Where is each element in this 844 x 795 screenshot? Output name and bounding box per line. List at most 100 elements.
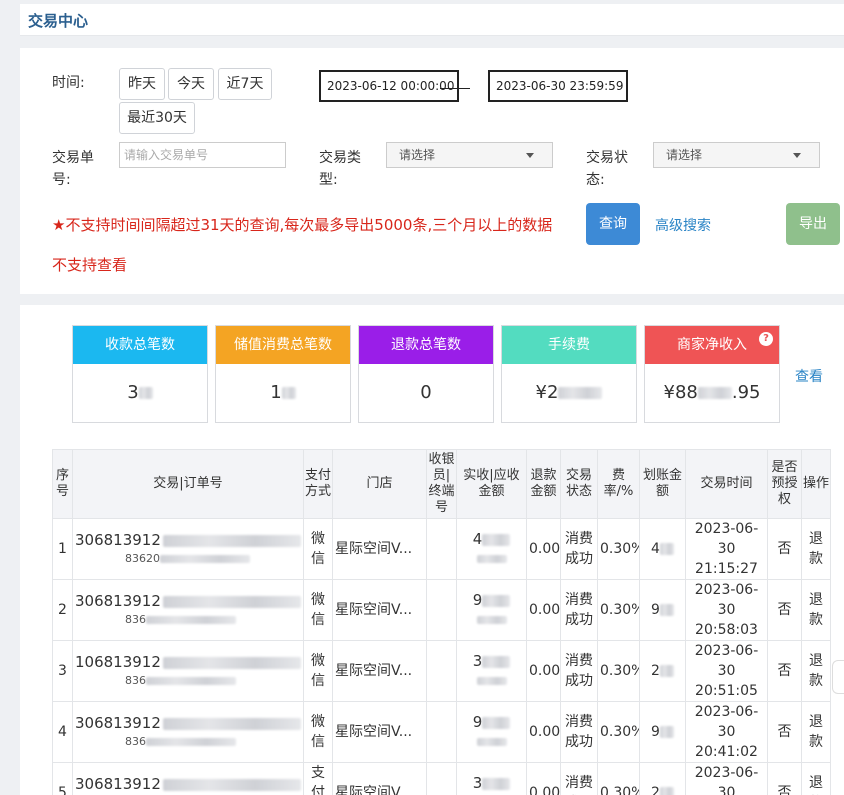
trade-status: 消费成功: [560, 640, 598, 702]
card-value-tail: .95: [731, 382, 761, 403]
redacted-value: [659, 726, 674, 738]
trade-time: 2023-06-30 20:11:50: [685, 762, 768, 795]
preauth-flag: 否: [767, 762, 802, 795]
redacted-value: [476, 555, 507, 563]
trade-status: 消费成功: [560, 518, 598, 580]
help-icon[interactable]: ?: [759, 332, 773, 346]
transactions-table: 序号 交易|订单号 支付方式 门店 收银员|终端号 实收|应收金额 退款金额 交…: [52, 449, 831, 795]
card-title: 退款总笔数: [359, 326, 493, 364]
table-row: 3106813912836微信星际空间V...30.00消费成功0.30%220…: [52, 640, 831, 702]
pay-method: 微信: [303, 640, 333, 702]
redacted-value: [659, 665, 674, 677]
trade-order-cell: 306813912: [72, 762, 304, 795]
order-number-input[interactable]: 请输入交易单号: [119, 142, 286, 168]
today-button[interactable]: 今天: [168, 68, 214, 100]
redacted-value: [162, 717, 301, 730]
settle-amount-cell: 2: [639, 762, 686, 795]
card-net-income: 商家净收入 ? ¥88 .95: [644, 325, 780, 423]
card-title: 收款总笔数: [73, 326, 207, 364]
amount-value: 3: [472, 774, 483, 792]
redacted-value: [482, 777, 511, 790]
card-title: 手续费: [502, 326, 636, 364]
col-header: 是否预授权: [767, 449, 802, 519]
start-date-input[interactable]: 2023-06-12 00:00:00: [319, 70, 459, 102]
trade-time: 2023-06-30 20:41:02: [685, 701, 768, 763]
yesterday-button[interactable]: 昨天: [119, 68, 165, 100]
amount-value: 9: [472, 713, 483, 731]
refund-amount: 0.00: [526, 701, 561, 763]
refund-action-link[interactable]: 退款: [801, 640, 831, 702]
cashier-terminal: [426, 640, 457, 702]
trade-number: 306813912: [75, 714, 161, 732]
refund-action-link[interactable]: 退款: [801, 579, 831, 641]
trade-time: 2023-06-30 20:51:05: [685, 640, 768, 702]
pay-method: 微信: [303, 701, 333, 763]
table-row: 1306813912 83620 微信星际空间V... 4 0.00消费成功0.30% 4…: [52, 518, 831, 580]
cashier-terminal: [426, 518, 457, 580]
row-index: 1: [52, 518, 73, 580]
col-header: 收银员|终端号: [426, 449, 457, 519]
export-button[interactable]: 导出: [786, 203, 840, 245]
table-row: 4306813912 836 微信星际空间V... 9 0.00消费成功0.30% 9 20…: [52, 701, 831, 763]
query-button[interactable]: 查询: [586, 203, 640, 245]
view-link[interactable]: 查看: [795, 366, 823, 386]
col-header: 交易时间: [685, 449, 768, 519]
amount-value: 3: [472, 652, 483, 670]
trade-number: 306813912: [75, 775, 161, 793]
redacted-value: [146, 616, 236, 624]
refund-action-link[interactable]: 退款: [801, 518, 831, 580]
page-header: 交易中心: [20, 4, 844, 36]
refund-action-link[interactable]: 退款: [801, 762, 831, 795]
card-value: 0: [420, 382, 432, 403]
end-date-input[interactable]: 2023-06-30 23:59:59: [488, 70, 628, 102]
store-name: 星际空间V...: [332, 579, 427, 641]
row-index: 4: [52, 701, 73, 763]
advanced-search-link[interactable]: 高级搜索: [655, 215, 711, 235]
redacted-value: [146, 677, 236, 685]
trade-status-value: 请选择: [666, 148, 703, 162]
chevron-down-icon: [526, 153, 534, 158]
redacted-value: [162, 778, 301, 791]
pay-method: 微信: [303, 518, 333, 580]
trade-status-select[interactable]: 请选择: [653, 142, 820, 168]
fee-rate: 0.30%: [597, 762, 640, 795]
redacted-value: [162, 595, 301, 608]
card-value: ¥2: [535, 382, 559, 403]
refund-action-link[interactable]: 退款: [801, 701, 831, 763]
amount-value: 9: [472, 591, 483, 609]
side-scroll-handle[interactable]: [832, 660, 844, 694]
trade-type-select[interactable]: 请选择: [386, 142, 553, 168]
redacted-value: [482, 533, 511, 546]
card-refund-count: 退款总笔数 0: [358, 325, 494, 423]
settle-amount: 2: [651, 663, 660, 679]
trade-time: 2023-06-30 20:58:03: [685, 579, 768, 641]
fee-rate: 0.30%: [597, 579, 640, 641]
order-number: 836: [125, 613, 146, 626]
table-row: 2306813912 836 微信星际空间V... 9 0.00消费成功0.30% 9 20…: [52, 579, 831, 641]
amount-cell: 9: [456, 579, 527, 641]
redacted-value: [476, 616, 507, 624]
col-header: 实收|应收金额: [456, 449, 527, 519]
store-name: 星际空间V...: [332, 762, 427, 795]
order-number: 83620: [125, 552, 160, 565]
redacted-value: [482, 655, 511, 668]
pay-method: 支付宝: [303, 762, 333, 795]
fee-rate: 0.30%: [597, 640, 640, 702]
card-value: ¥88: [663, 382, 698, 403]
refund-amount: 0.00: [526, 518, 561, 580]
settle-amount-cell: 9: [639, 579, 686, 641]
card-fee: 手续费 ¥2: [501, 325, 637, 423]
cashier-terminal: [426, 762, 457, 795]
table-header-row: 序号 交易|订单号 支付方式 门店 收银员|终端号 实收|应收金额 退款金额 交…: [52, 449, 831, 519]
last-7-days-button[interactable]: 近7天: [218, 68, 272, 100]
redacted-value: [697, 387, 732, 399]
card-title: 储值消费总笔数: [216, 326, 350, 364]
col-header: 交易|订单号: [72, 449, 304, 519]
redacted-value: [162, 656, 301, 669]
store-name: 星际空间V...: [332, 640, 427, 702]
col-header: 退款金额: [526, 449, 561, 519]
table-row: 5306813912 支付宝星际空间V... 3 0.00消费成功0.30% 2 2023…: [52, 762, 831, 795]
last-30-days-button[interactable]: 最近30天: [119, 102, 195, 134]
date-range-separator: [440, 88, 470, 89]
chevron-down-icon: [793, 153, 801, 158]
